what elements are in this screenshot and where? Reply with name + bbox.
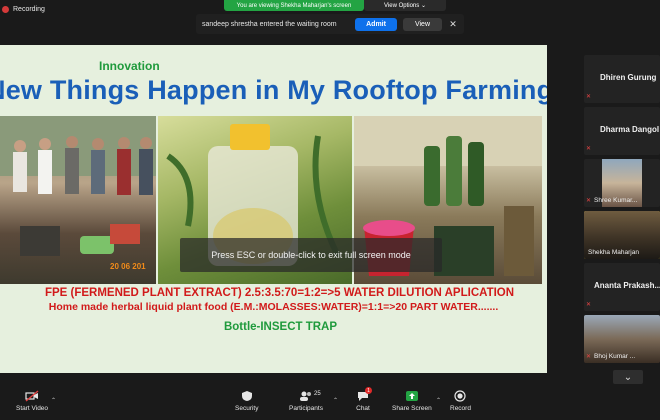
chevron-up-icon[interactable]: ⌃ (51, 397, 56, 404)
participants-gallery-panel: Dhiren Gurung ✕ Dharma Dangol ✕ Shree Ku… (584, 55, 660, 367)
admit-button[interactable]: Admit (355, 17, 397, 31)
slide-title: New Things Happen in My Rooftop Farming (0, 75, 547, 105)
participant-name: Shekha Maharjan (588, 249, 639, 256)
photo-people-illustration (0, 116, 156, 256)
record-button[interactable]: Record (450, 390, 471, 412)
chat-button[interactable]: 1 Chat (356, 387, 372, 412)
view-options-button[interactable]: View Options ⌄ (364, 0, 446, 11)
participant-name: Dhiren Gurung (600, 73, 657, 82)
participant-name: Bhoj Kumar ... (594, 353, 636, 360)
slide-line-insect-trap: Bottle-INSECT TRAP (223, 321, 338, 333)
mic-muted-icon: ✕ (586, 146, 592, 152)
chat-icon: 1 (356, 387, 372, 402)
participant-tile[interactable]: Ananta Prakash... ✕ (584, 263, 660, 311)
zoom-meeting-window: Recording You are viewing Shekha Maharja… (0, 0, 660, 420)
participants-label: Participants (289, 405, 323, 412)
participant-tile-active-speaker[interactable]: Shekha Maharjan (584, 211, 660, 259)
slide-line-herbal-food: Home made herbal liquid plant food (E.M.… (48, 301, 499, 313)
participant-name: Shree Kumar... (594, 197, 638, 204)
mic-muted-icon: ✕ (586, 302, 592, 308)
security-label: Security (235, 405, 259, 412)
participant-name: Dharma Dangol (600, 125, 660, 134)
participant-name: Ananta Prakash... (594, 281, 660, 290)
recording-indicator[interactable]: Recording (2, 6, 45, 13)
mic-muted-icon: ✕ (586, 198, 592, 204)
slide-line-fpe: FPE (FERMENED PLANT EXTRACT) 2.5:3.5:70=… (44, 287, 515, 299)
meeting-toolbar: Start Video ⌃ Security 25 Participants ⌃… (0, 387, 660, 420)
participant-tile[interactable]: Bhoj Kumar ... ✕ (584, 315, 660, 363)
recording-label: Recording (13, 6, 45, 13)
participants-icon: 25 (299, 390, 321, 402)
start-video-button[interactable]: Start Video (16, 390, 48, 412)
shared-screen-slide: Innovation New Things Happen in My Rooft… (0, 45, 547, 373)
mic-muted-icon: ✕ (586, 354, 592, 360)
participants-button[interactable]: 25 Participants (289, 390, 323, 412)
fullscreen-exit-hint: Press ESC or double-click to exit full s… (180, 238, 442, 272)
participants-count: 25 (313, 391, 321, 397)
chat-unread-badge: 1 (365, 387, 372, 394)
gallery-scroll-down-button[interactable]: ⌄ (613, 370, 643, 384)
start-video-label: Start Video (16, 405, 49, 412)
participant-tile[interactable]: Dhiren Gurung ✕ (584, 55, 660, 103)
mic-muted-icon: ✕ (586, 94, 592, 100)
close-icon[interactable]: ✕ (448, 19, 458, 30)
security-button[interactable]: Security (235, 390, 258, 412)
photo-group-people: 20 06 201 (0, 116, 156, 284)
chat-label: Chat (356, 405, 370, 412)
record-icon (453, 390, 467, 402)
participant-tile[interactable]: Dharma Dangol ✕ (584, 107, 660, 155)
shield-icon (240, 390, 254, 402)
photo-date-stamp: 20 06 201 (110, 262, 146, 271)
participant-tile[interactable]: Shree Kumar... ✕ (584, 159, 660, 207)
record-dot-icon (2, 6, 9, 13)
share-screen-label: Share Screen (392, 405, 432, 412)
video-off-icon (25, 390, 39, 402)
view-waiting-button[interactable]: View (402, 17, 442, 31)
waiting-room-notification: sandeep shrestha entered the waiting roo… (196, 14, 464, 34)
record-label: Record (450, 405, 471, 412)
viewing-screen-banner: You are viewing Shekha Maharjan's screen (224, 0, 364, 11)
chevron-up-icon[interactable]: ⌃ (436, 397, 441, 404)
chevron-down-icon: ⌄ (623, 371, 633, 383)
slide-heading: Innovation (99, 59, 160, 73)
share-screen-icon (405, 390, 419, 402)
share-screen-button[interactable]: Share Screen (392, 390, 432, 412)
chevron-up-icon[interactable]: ⌃ (333, 397, 338, 404)
waiting-room-message: sandeep shrestha entered the waiting roo… (202, 20, 337, 28)
